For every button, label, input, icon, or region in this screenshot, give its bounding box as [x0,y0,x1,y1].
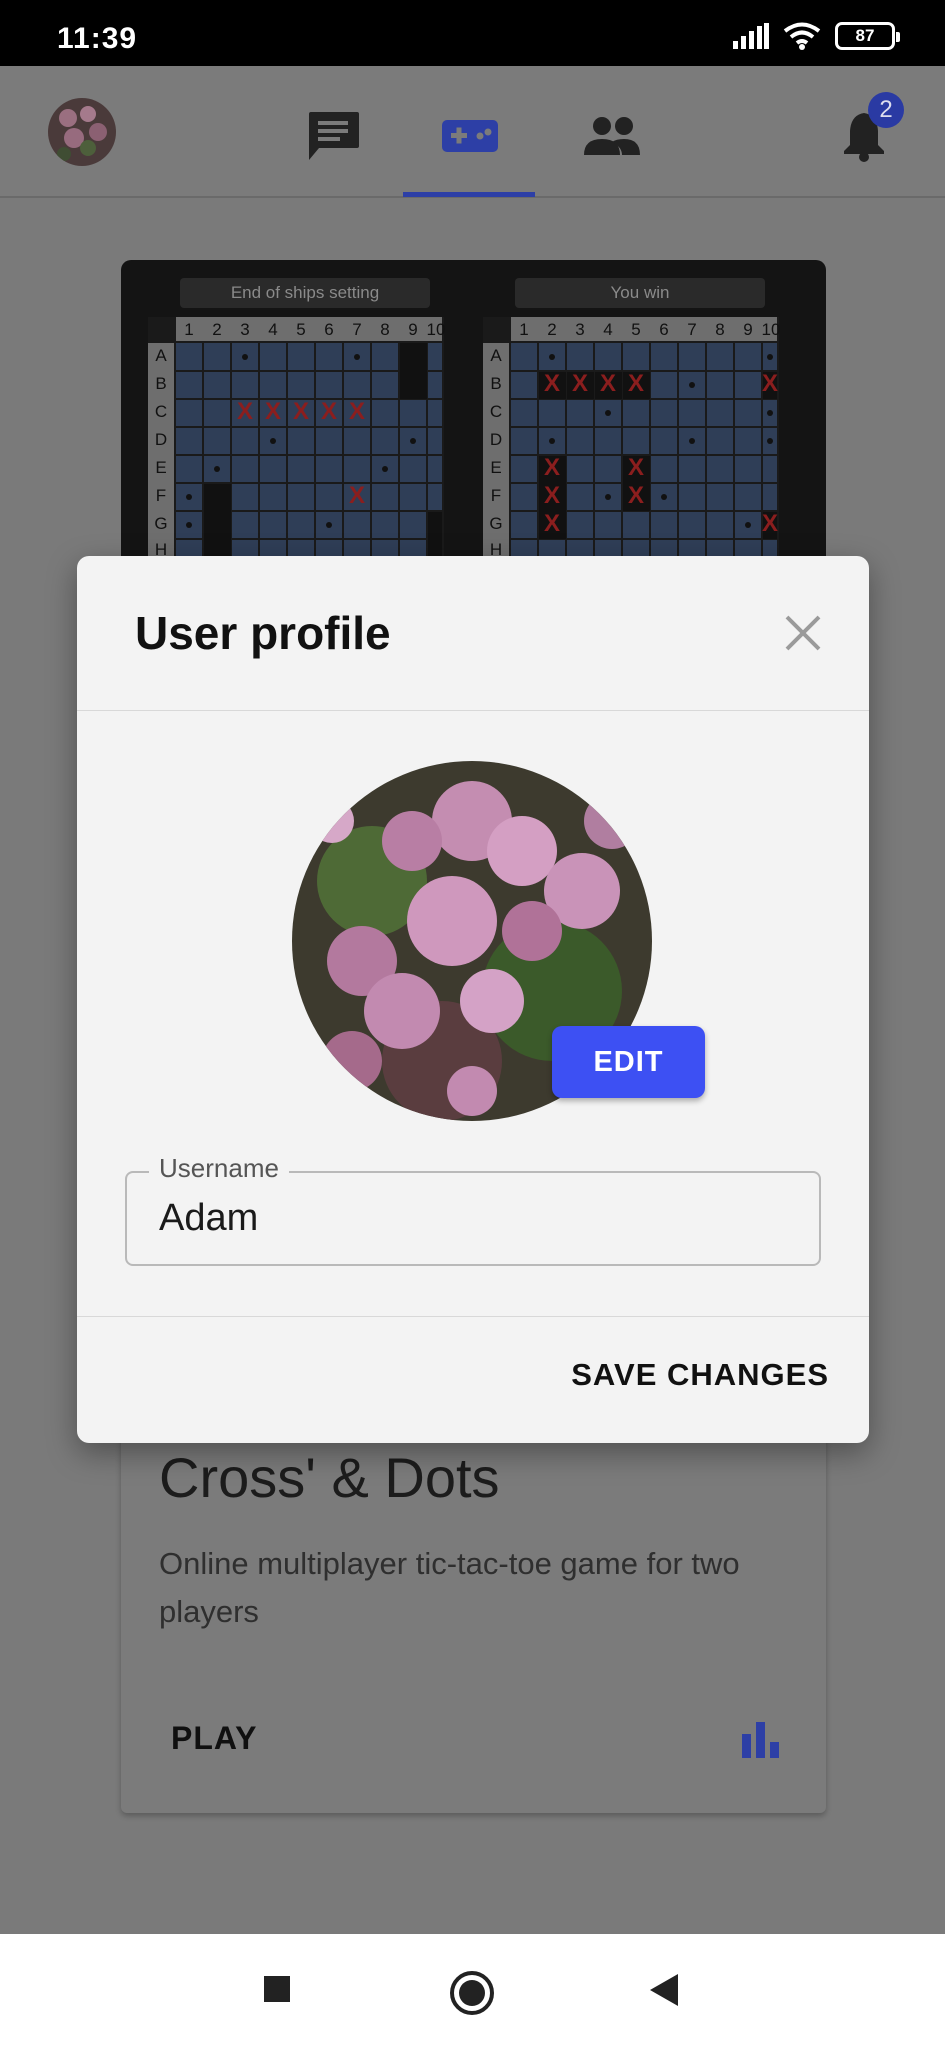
bar-chart-icon [742,1722,779,1758]
svg-text:1: 1 [184,320,193,339]
tab-friends[interactable] [582,110,642,162]
svg-text:9: 9 [743,320,752,339]
svg-text:D: D [155,430,167,449]
svg-text:X: X [544,370,560,397]
close-button[interactable] [781,611,825,655]
svg-text:X: X [544,454,560,481]
svg-text:E: E [155,458,166,477]
game-card-cross-dots: Cross' & Dots Online multiplayer tic-tac… [121,1380,826,1813]
user-profile-dialog: User profile EDIT Username Adam SAVE CHA… [77,556,869,1443]
stats-button[interactable] [740,1720,782,1763]
svg-text:A: A [155,346,167,365]
tab-games[interactable] [440,110,500,162]
svg-text:10: 10 [762,320,781,339]
svg-text:X: X [762,510,778,537]
board-grids: 123 456 789 10 ABC DEF GH XXXXX X 1 2 3 … [148,317,781,559]
svg-text:X: X [600,370,616,397]
square-icon [264,1976,290,2002]
status-bar: 11:39 87 [0,0,945,66]
svg-text:X: X [628,370,644,397]
edit-photo-button[interactable]: EDIT [552,1026,705,1098]
svg-text:4: 4 [603,320,612,339]
people-icon [584,117,640,155]
svg-text:8: 8 [715,320,724,339]
signal-icon [733,23,769,49]
username-field[interactable]: Username [125,1153,821,1266]
game-card-title: Cross' & Dots [159,1446,500,1509]
battery-icon: 87 [835,22,900,50]
username-label: Username [149,1153,289,1184]
username-input[interactable] [159,1197,759,1240]
status-icons: 87 [733,22,900,50]
svg-text:5: 5 [296,320,305,339]
svg-text:X: X [349,398,365,425]
svg-text:G: G [154,514,167,533]
svg-text:5: 5 [631,320,640,339]
back-button[interactable] [648,1972,680,2013]
svg-text:F: F [491,486,501,505]
recents-button[interactable] [262,1974,292,2009]
save-changes-button[interactable]: SAVE CHANGES [571,1357,829,1393]
svg-text:2: 2 [547,320,556,339]
svg-text:10: 10 [427,320,446,339]
game-card-description: Online multiplayer tic-tac-toe game for … [159,1546,740,1629]
svg-text:X: X [628,482,644,509]
svg-text:X: X [237,398,253,425]
system-nav-bar [0,1934,945,2048]
home-button[interactable] [449,1970,495,2021]
chat-icon [309,112,359,160]
svg-text:7: 7 [687,320,696,339]
dialog-footer: SAVE CHANGES [77,1316,869,1443]
status-time: 11:39 [57,22,138,55]
svg-text:X: X [628,454,644,481]
svg-text:X: X [321,398,337,425]
tab-chat[interactable] [303,110,363,162]
active-tab-indicator [403,192,535,197]
dialog-title: User profile [135,607,391,659]
svg-text:6: 6 [324,320,333,339]
back-triangle-icon [650,1974,678,2006]
gamepad-icon [442,120,498,152]
battleship-boards: End of ships setting You win 123 456 789… [121,260,826,560]
svg-text:D: D [490,430,502,449]
svg-text:A: A [490,346,502,365]
svg-text:3: 3 [575,320,584,339]
svg-text:7: 7 [352,320,361,339]
svg-text:9: 9 [408,320,417,339]
svg-text:3: 3 [240,320,249,339]
svg-text:B: B [155,374,166,393]
svg-text:X: X [544,482,560,509]
wifi-icon [783,22,821,50]
svg-text:6: 6 [659,320,668,339]
svg-text:8: 8 [380,320,389,339]
svg-text:F: F [156,486,166,505]
svg-text:X: X [349,482,365,509]
svg-text:E: E [490,458,501,477]
close-icon [785,615,821,651]
circle-icon [450,1971,494,2015]
svg-text:C: C [155,402,167,421]
svg-text:B: B [490,374,501,393]
svg-text:G: G [489,514,502,533]
svg-text:X: X [265,398,281,425]
svg-text:2: 2 [212,320,221,339]
dialog-header: User profile [77,556,869,711]
avatar[interactable] [48,98,116,166]
svg-text:X: X [762,370,778,397]
play-button[interactable]: PLAY [171,1720,257,1757]
app-bar: 2 [0,66,945,198]
svg-text:4: 4 [268,320,277,339]
svg-text:X: X [293,398,309,425]
svg-text:X: X [572,370,588,397]
svg-text:X: X [544,510,560,537]
battery-level: 87 [855,26,875,45]
svg-text:C: C [490,402,502,421]
notification-badge: 2 [868,92,904,128]
svg-text:1: 1 [519,320,528,339]
